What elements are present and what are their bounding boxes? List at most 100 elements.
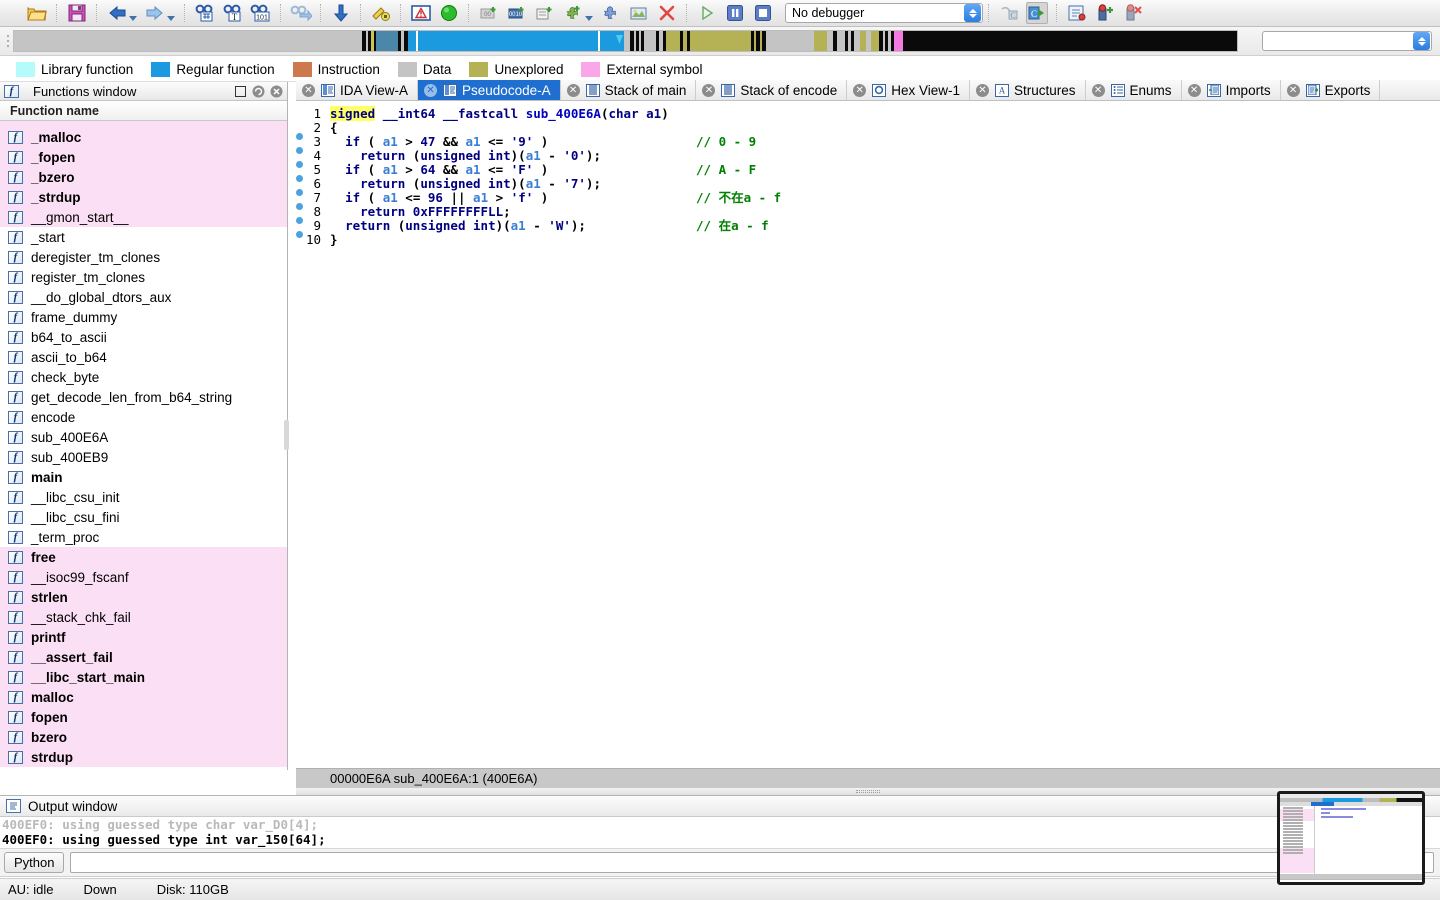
list-item[interactable]: f check_byte — [0, 367, 287, 387]
list-item[interactable]: f __assert_fail — [0, 647, 287, 667]
goto-new-icon[interactable]: 0010 — [506, 2, 528, 24]
list-item[interactable]: f strlen — [0, 587, 287, 607]
tab-imports[interactable]: ✕ Imports — [1182, 80, 1281, 100]
functions-column-header[interactable]: Function name — [0, 101, 287, 121]
list-item[interactable]: f __do_global_dtors_aux — [0, 287, 287, 307]
list-item[interactable]: f get_decode_len_from_b64_string — [0, 387, 287, 407]
list-item[interactable]: f __stack_chk_fail — [0, 607, 287, 627]
code-line[interactable]: 2{ — [296, 121, 1440, 135]
jump-down-icon[interactable] — [330, 2, 352, 24]
stop-icon[interactable] — [752, 2, 774, 24]
dock-window-icon[interactable] — [251, 84, 265, 98]
close-icon[interactable]: ✕ — [566, 83, 580, 97]
screenshot-icon[interactable] — [628, 2, 650, 24]
functions-list[interactable]: f _malloc f _fopen f _bzero f _strdup f __gmon_st… — [0, 121, 287, 770]
search-text-icon[interactable]: T — [222, 2, 244, 24]
list-item[interactable]: f __libc_csu_init — [0, 487, 287, 507]
list-item[interactable]: f sub_400EB9 — [0, 447, 287, 467]
close-icon[interactable]: ✕ — [702, 83, 716, 97]
tab-pseudocode-a[interactable]: ✕ Pseudocode-A — [418, 80, 561, 100]
back-icon[interactable] — [106, 2, 128, 24]
back-dropdown-icon[interactable] — [129, 16, 137, 21]
code-line[interactable]: 8 return 0xFFFFFFFFLL; — [296, 205, 1440, 219]
quick-search-spinner[interactable] — [1413, 32, 1430, 50]
float-window-icon[interactable] — [233, 84, 247, 98]
horizontal-splitter[interactable] — [296, 788, 1440, 795]
python-input[interactable] — [70, 852, 1434, 873]
vertical-splitter[interactable] — [284, 420, 289, 450]
debugger-selector[interactable]: No debugger — [785, 3, 983, 23]
list-item[interactable]: f printf — [0, 627, 287, 647]
delete-icon[interactable] — [656, 2, 678, 24]
debugger-selector-spinner[interactable] — [964, 4, 981, 22]
save-icon[interactable] — [66, 2, 88, 24]
forward-icon[interactable] — [144, 2, 166, 24]
quick-search-input[interactable] — [1262, 31, 1432, 51]
list-item[interactable]: f _strdup — [0, 187, 287, 207]
list-item[interactable]: f _malloc — [0, 127, 287, 147]
list-item[interactable]: f frame_dummy — [0, 307, 287, 327]
run-icon[interactable] — [696, 2, 718, 24]
pseudocode-view[interactable]: 1 signed __int64 __fastcall sub_400E6A(ch… — [296, 101, 1440, 768]
close-icon[interactable]: ✕ — [1187, 83, 1201, 97]
output-log[interactable]: 400EF0: using guessed type char var_D0[4… — [0, 817, 1440, 849]
delete-breakpoint-icon[interactable] — [1122, 2, 1144, 24]
python-button[interactable]: Python — [4, 852, 65, 873]
hex-dump-new-icon[interactable]: 00 — [478, 2, 500, 24]
add-breakpoint-icon[interactable] — [1094, 2, 1116, 24]
tab-hex-view-1[interactable]: ✕ Hex View-1 — [847, 80, 970, 100]
list-item[interactable]: f _bzero — [0, 167, 287, 187]
code-comment[interactable]: // 不在a - f — [696, 191, 781, 205]
navband-drag-handle[interactable] — [3, 30, 13, 52]
list-item[interactable]: f _fopen — [0, 147, 287, 167]
code-line[interactable]: 1 signed __int64 __fastcall sub_400E6A(ch… — [296, 106, 1440, 121]
list-item[interactable]: f strdup — [0, 747, 287, 767]
structure-new-icon[interactable] — [534, 2, 556, 24]
code-line[interactable]: 5 if ( a1 > 64 && a1 <= 'F' ) // A - F — [296, 163, 1440, 177]
thumbnail-scroll-indicator[interactable] — [1428, 793, 1439, 883]
list-item[interactable]: f bzero — [0, 727, 287, 747]
tab-exports[interactable]: ✕ Exports — [1281, 80, 1381, 100]
forward-dropdown-icon[interactable] — [167, 16, 175, 21]
close-icon[interactable]: ✕ — [976, 83, 989, 97]
open-file-icon[interactable] — [26, 2, 48, 24]
window-thumbnail-preview[interactable] — [1277, 791, 1425, 885]
code-line[interactable]: 10} — [296, 233, 1440, 247]
list-item[interactable]: f encode — [0, 407, 287, 427]
list-item[interactable]: f __libc_csu_fini — [0, 507, 287, 527]
close-icon[interactable]: ✕ — [302, 83, 315, 97]
green-circle-icon[interactable] — [438, 2, 460, 24]
list-item[interactable]: f _start — [0, 227, 287, 247]
navigation-band[interactable] — [13, 30, 1238, 52]
breakpoint-list-icon[interactable] — [1066, 2, 1088, 24]
list-item[interactable]: f _term_proc — [0, 527, 287, 547]
step-into-icon[interactable]: C — [998, 2, 1020, 24]
navband-cursor[interactable] — [615, 31, 623, 44]
code-comment[interactable]: // A - F — [696, 163, 756, 177]
close-icon[interactable]: ✕ — [1091, 83, 1105, 97]
plugins-icon[interactable] — [600, 2, 622, 24]
list-item[interactable]: f sub_400E6A — [0, 427, 287, 447]
jump-to-xref-icon[interactable] — [290, 2, 312, 24]
list-item[interactable]: f malloc — [0, 687, 287, 707]
code-line[interactable]: 6 return (unsigned int)(a1 - '7'); — [296, 177, 1440, 191]
close-icon[interactable]: ✕ — [424, 83, 438, 97]
produce-file-icon[interactable] — [370, 2, 392, 24]
warnings-icon[interactable] — [410, 2, 432, 24]
close-icon[interactable]: ✕ — [1286, 83, 1300, 97]
code-line[interactable]: 9 return (unsigned int)(a1 - 'W'); // 在a … — [296, 219, 1440, 233]
list-item[interactable]: f register_tm_clones — [0, 267, 287, 287]
code-comment[interactable]: // 0 - 9 — [696, 135, 756, 149]
tab-stack-of-encode[interactable]: ✕ Stack of encode — [696, 80, 848, 100]
list-item[interactable]: f deregister_tm_clones — [0, 247, 287, 267]
code-line[interactable]: 7 if ( a1 <= 96 || a1 > 'f' ) // 不在a - f — [296, 191, 1440, 205]
puzzle-dropdown-icon[interactable] — [585, 16, 593, 21]
list-item[interactable]: f b64_to_ascii — [0, 327, 287, 347]
search-sequence-icon[interactable]: 101 — [250, 2, 272, 24]
list-item[interactable]: f main — [0, 467, 287, 487]
list-item[interactable]: f fopen — [0, 707, 287, 727]
list-item[interactable]: f __gmon_start__ — [0, 207, 287, 227]
search-binary-icon[interactable] — [194, 2, 216, 24]
tab-structures[interactable]: ✕ A Structures — [970, 80, 1086, 100]
tab-ida-view-a[interactable]: ✕ IDA View-A — [296, 80, 419, 100]
